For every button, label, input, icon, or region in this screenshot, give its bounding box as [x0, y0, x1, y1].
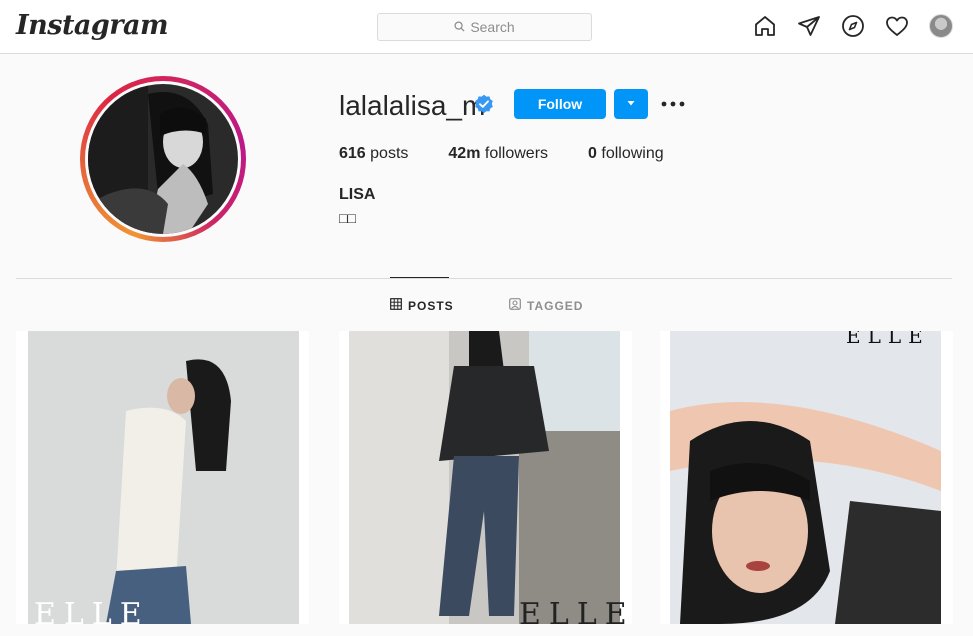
- tab-posts[interactable]: POSTS: [390, 298, 454, 313]
- search-input[interactable]: Search: [377, 13, 592, 41]
- explore-icon[interactable]: [841, 14, 865, 38]
- post-watermark: ELLE: [846, 331, 930, 348]
- posts-count-value: 616: [339, 145, 366, 162]
- profile-bio: □□: [339, 210, 356, 226]
- post-thumbnail[interactable]: ELLE: [660, 331, 953, 624]
- following-count-label: following: [601, 145, 664, 162]
- active-tab-indicator: [390, 277, 449, 278]
- search-icon: [454, 19, 465, 35]
- post-thumbnail[interactable]: ELLE: [16, 331, 309, 624]
- more-options-icon[interactable]: [660, 96, 686, 112]
- profile-picture: [88, 84, 238, 234]
- tab-tagged[interactable]: TAGGED: [509, 298, 583, 313]
- search-placeholder: Search: [470, 19, 515, 35]
- tabs-divider: [16, 278, 952, 279]
- profile-stats: 616 posts 42m followers 0 following: [339, 145, 704, 163]
- post-watermark: ELLE: [519, 597, 632, 624]
- instagram-logo[interactable]: Instagram: [16, 10, 169, 41]
- posts-count-label: posts: [370, 145, 409, 162]
- verified-badge-icon: [474, 94, 494, 114]
- caret-down-icon: [626, 95, 636, 113]
- followers-count-value: 42m: [448, 145, 481, 162]
- profile-picture-ring[interactable]: [80, 76, 246, 242]
- top-navigation-bar: Instagram Search: [0, 0, 973, 54]
- tab-tagged-label: TAGGED: [527, 298, 584, 313]
- heart-icon[interactable]: [885, 14, 909, 38]
- grid-icon: [390, 298, 402, 313]
- post-watermark: ELLE: [34, 597, 150, 624]
- followers-count-label: followers: [484, 145, 549, 162]
- home-icon[interactable]: [753, 14, 777, 38]
- profile-avatar-icon[interactable]: [929, 14, 953, 38]
- following-link[interactable]: 0 following: [588, 145, 664, 163]
- tagged-user-icon: [509, 298, 521, 313]
- tab-posts-label: POSTS: [408, 298, 454, 313]
- post-thumbnail[interactable]: ELLE: [339, 331, 632, 624]
- direct-message-icon[interactable]: [797, 14, 821, 38]
- follow-button[interactable]: Follow: [514, 89, 606, 119]
- followers-link[interactable]: 42m followers: [448, 145, 548, 163]
- posts-count: 616 posts: [339, 145, 408, 163]
- profile-username: lalalalisa_m: [339, 90, 486, 121]
- profile-full-name: LISA: [339, 186, 376, 203]
- suggested-accounts-dropdown-button[interactable]: [614, 89, 648, 119]
- following-count-value: 0: [588, 145, 597, 162]
